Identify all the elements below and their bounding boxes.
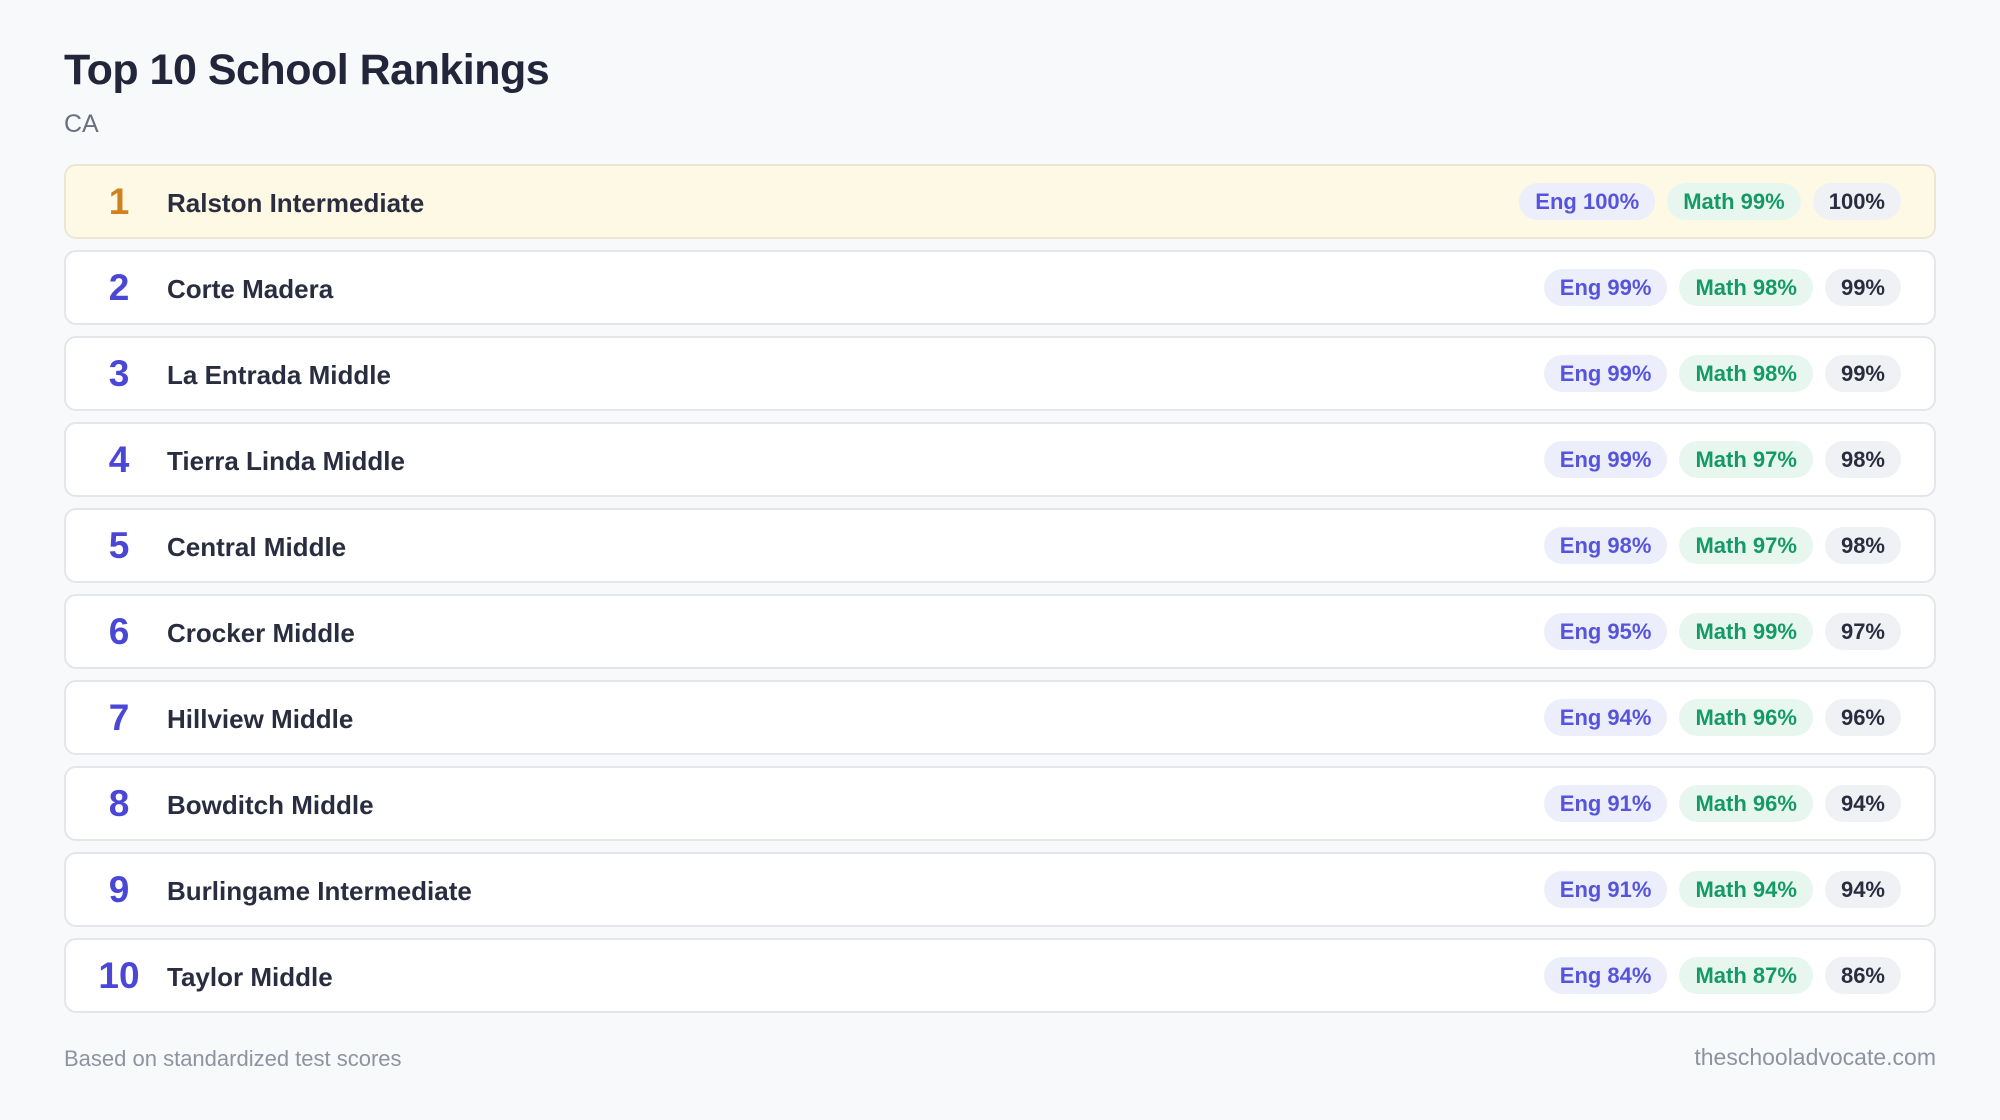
rank-number: 7 bbox=[108, 697, 130, 738]
math-score-badge: Math 94% bbox=[1679, 871, 1813, 908]
overall-score-badge: 96% bbox=[1824, 699, 1901, 736]
math-score-badge: Math 99% bbox=[1667, 183, 1801, 220]
math-score-badge: Math 99% bbox=[1679, 613, 1813, 650]
rank-number: 8 bbox=[108, 783, 130, 824]
footer-note: Based on standardized test scores bbox=[64, 1046, 402, 1071]
rank-number: 1 bbox=[108, 181, 130, 222]
ranking-row: 3 La Entrada Middle Eng 99% Math 98% 99% bbox=[64, 336, 1936, 411]
score-badges: Eng 84% Math 87% 86% bbox=[1543, 940, 1901, 1011]
score-badges: Eng 100% Math 99% 100% bbox=[1519, 166, 1901, 237]
rank-number: 4 bbox=[108, 439, 130, 480]
english-score-badge: Eng 100% bbox=[1519, 183, 1656, 220]
english-score-badge: Eng 99% bbox=[1543, 355, 1668, 392]
score-badges: Eng 94% Math 96% 96% bbox=[1543, 682, 1901, 753]
school-name: Central Middle bbox=[167, 532, 347, 562]
overall-score-badge: 97% bbox=[1824, 613, 1901, 650]
ranking-row: 2 Corte Madera Eng 99% Math 98% 99% bbox=[64, 250, 1936, 325]
rankings-page: Top 10 School Rankings CA 1 Ralston Inte… bbox=[0, 0, 2000, 1120]
school-name: Ralston Intermediate bbox=[167, 188, 425, 218]
english-score-badge: Eng 99% bbox=[1543, 441, 1668, 478]
ranking-row: 5 Central Middle Eng 98% Math 97% 98% bbox=[64, 508, 1936, 583]
math-score-badge: Math 96% bbox=[1679, 699, 1813, 736]
overall-score-badge: 100% bbox=[1812, 183, 1901, 220]
english-score-badge: Eng 94% bbox=[1543, 699, 1668, 736]
page-subtitle: CA bbox=[64, 110, 99, 138]
overall-score-badge: 99% bbox=[1824, 355, 1901, 392]
school-name: Burlingame Intermediate bbox=[167, 876, 472, 906]
school-name: Crocker Middle bbox=[167, 618, 355, 648]
school-name: Hillview Middle bbox=[167, 704, 354, 734]
footer-source: theschooladvocate.com bbox=[1694, 1044, 1936, 1070]
english-score-badge: Eng 91% bbox=[1543, 785, 1668, 822]
overall-score-badge: 94% bbox=[1824, 871, 1901, 908]
overall-score-badge: 98% bbox=[1824, 441, 1901, 478]
english-score-badge: Eng 98% bbox=[1543, 527, 1668, 564]
math-score-badge: Math 98% bbox=[1679, 269, 1813, 306]
ranking-row: 9 Burlingame Intermediate Eng 91% Math 9… bbox=[64, 852, 1936, 927]
rank-number: 3 bbox=[108, 353, 130, 394]
score-badges: Eng 91% Math 96% 94% bbox=[1543, 768, 1901, 839]
math-score-badge: Math 87% bbox=[1679, 957, 1813, 994]
overall-score-badge: 98% bbox=[1824, 527, 1901, 564]
overall-score-badge: 86% bbox=[1824, 957, 1901, 994]
school-name: Bowditch Middle bbox=[167, 790, 374, 820]
english-score-badge: Eng 95% bbox=[1543, 613, 1668, 650]
math-score-badge: Math 97% bbox=[1679, 441, 1813, 478]
score-badges: Eng 99% Math 98% 99% bbox=[1543, 338, 1901, 409]
rank-number: 5 bbox=[108, 525, 130, 566]
rank-number: 9 bbox=[108, 869, 130, 910]
rank-number: 10 bbox=[98, 955, 140, 996]
english-score-badge: Eng 91% bbox=[1543, 871, 1668, 908]
math-score-badge: Math 98% bbox=[1679, 355, 1813, 392]
overall-score-badge: 94% bbox=[1824, 785, 1901, 822]
score-badges: Eng 99% Math 97% 98% bbox=[1543, 424, 1901, 495]
score-badges: Eng 91% Math 94% 94% bbox=[1543, 854, 1901, 925]
ranking-row: 7 Hillview Middle Eng 94% Math 96% 96% bbox=[64, 680, 1936, 755]
score-badges: Eng 99% Math 98% 99% bbox=[1543, 252, 1901, 323]
english-score-badge: Eng 99% bbox=[1543, 269, 1668, 306]
rank-number: 6 bbox=[108, 611, 130, 652]
overall-score-badge: 99% bbox=[1824, 269, 1901, 306]
rank-number: 2 bbox=[108, 267, 130, 308]
ranking-row: 6 Crocker Middle Eng 95% Math 99% 97% bbox=[64, 594, 1936, 669]
school-name: Corte Madera bbox=[167, 274, 334, 304]
math-score-badge: Math 96% bbox=[1679, 785, 1813, 822]
rankings-list: 1 Ralston Intermediate Eng 100% Math 99%… bbox=[64, 164, 1936, 1024]
school-name: La Entrada Middle bbox=[167, 360, 391, 390]
english-score-badge: Eng 84% bbox=[1543, 957, 1668, 994]
ranking-row: 4 Tierra Linda Middle Eng 99% Math 97% 9… bbox=[64, 422, 1936, 497]
school-name: Tierra Linda Middle bbox=[167, 446, 405, 476]
math-score-badge: Math 97% bbox=[1679, 527, 1813, 564]
score-badges: Eng 95% Math 99% 97% bbox=[1543, 596, 1901, 667]
ranking-row: 10 Taylor Middle Eng 84% Math 87% 86% bbox=[64, 938, 1936, 1013]
ranking-row: 8 Bowditch Middle Eng 91% Math 96% 94% bbox=[64, 766, 1936, 841]
ranking-row: 1 Ralston Intermediate Eng 100% Math 99%… bbox=[64, 164, 1936, 239]
page-title: Top 10 School Rankings bbox=[64, 46, 550, 94]
school-name: Taylor Middle bbox=[167, 962, 333, 992]
score-badges: Eng 98% Math 97% 98% bbox=[1543, 510, 1901, 581]
